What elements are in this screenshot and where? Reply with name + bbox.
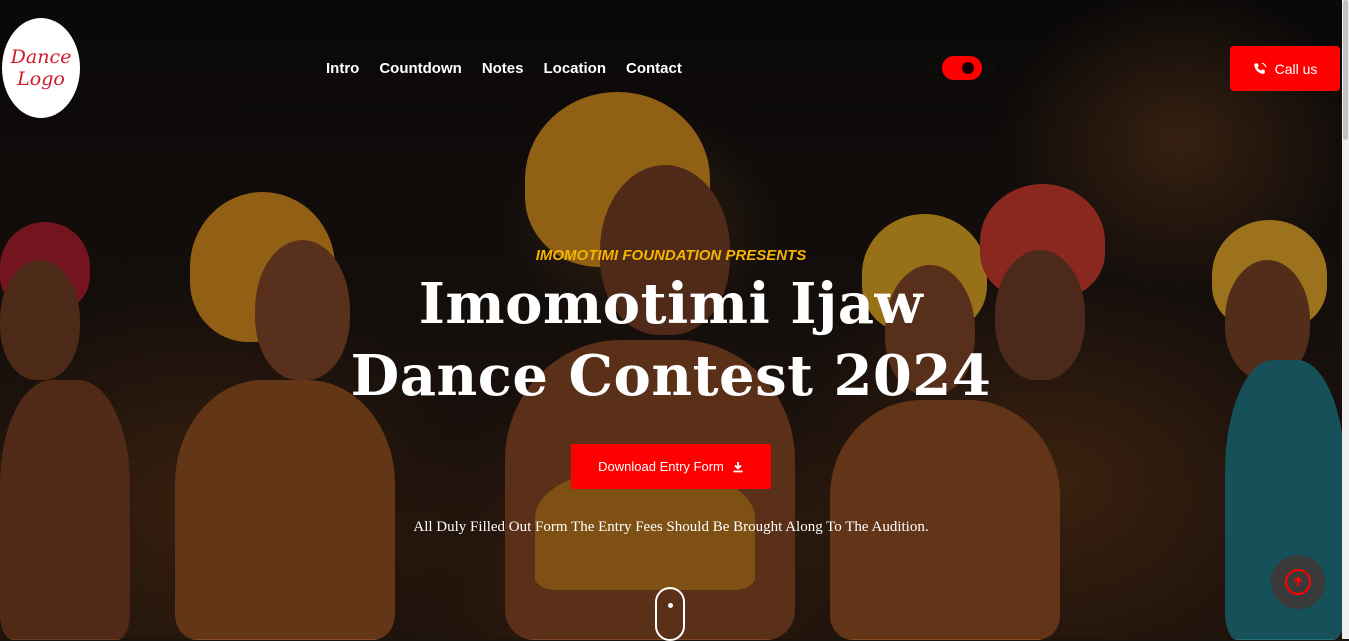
download-icon <box>733 461 743 472</box>
call-us-button[interactable]: Call us <box>1230 46 1340 91</box>
main-nav: Intro Countdown Notes Location Contact <box>326 60 682 77</box>
call-us-label: Call us <box>1274 60 1318 77</box>
scroll-wheel-dot <box>668 603 673 608</box>
sun-icon <box>984 61 998 75</box>
nav-item-location[interactable]: Location <box>544 60 607 77</box>
hero-title: Imomotimi Ijaw Dance Contest 2024 <box>0 268 1342 412</box>
moon-icon <box>928 62 939 74</box>
arrow-up-icon <box>1285 569 1311 595</box>
theme-toggle[interactable] <box>942 56 982 80</box>
theme-switcher <box>926 56 998 80</box>
phone-icon <box>1253 62 1266 74</box>
hero-note: All Duly Filled Out Form The Entry Fees … <box>413 519 929 535</box>
nav-item-countdown[interactable]: Countdown <box>379 60 461 77</box>
nav-item-notes[interactable]: Notes <box>482 60 524 77</box>
download-label: Download Entry Form <box>598 459 724 474</box>
page-scrollbar[interactable] <box>1342 0 1349 639</box>
nav-item-intro[interactable]: Intro <box>326 60 359 77</box>
hero-title-line2: Dance Contest 2024 <box>350 343 992 409</box>
nav-item-contact[interactable]: Contact <box>626 60 682 77</box>
toggle-knob <box>962 62 974 74</box>
scroll-down-indicator[interactable] <box>655 587 685 641</box>
hero-kicker: IMOMOTIMI FOUNDATION PRESENTS <box>535 247 807 264</box>
hero-title-line1: Imomotimi Ijaw <box>418 271 924 337</box>
download-entry-form-button[interactable]: Download Entry Form <box>571 444 771 489</box>
logo-text: Dance Logo <box>10 46 72 90</box>
back-to-top-button[interactable] <box>1271 555 1325 609</box>
scrollbar-thumb[interactable] <box>1343 0 1348 140</box>
site-logo[interactable]: Dance Logo <box>2 18 80 118</box>
